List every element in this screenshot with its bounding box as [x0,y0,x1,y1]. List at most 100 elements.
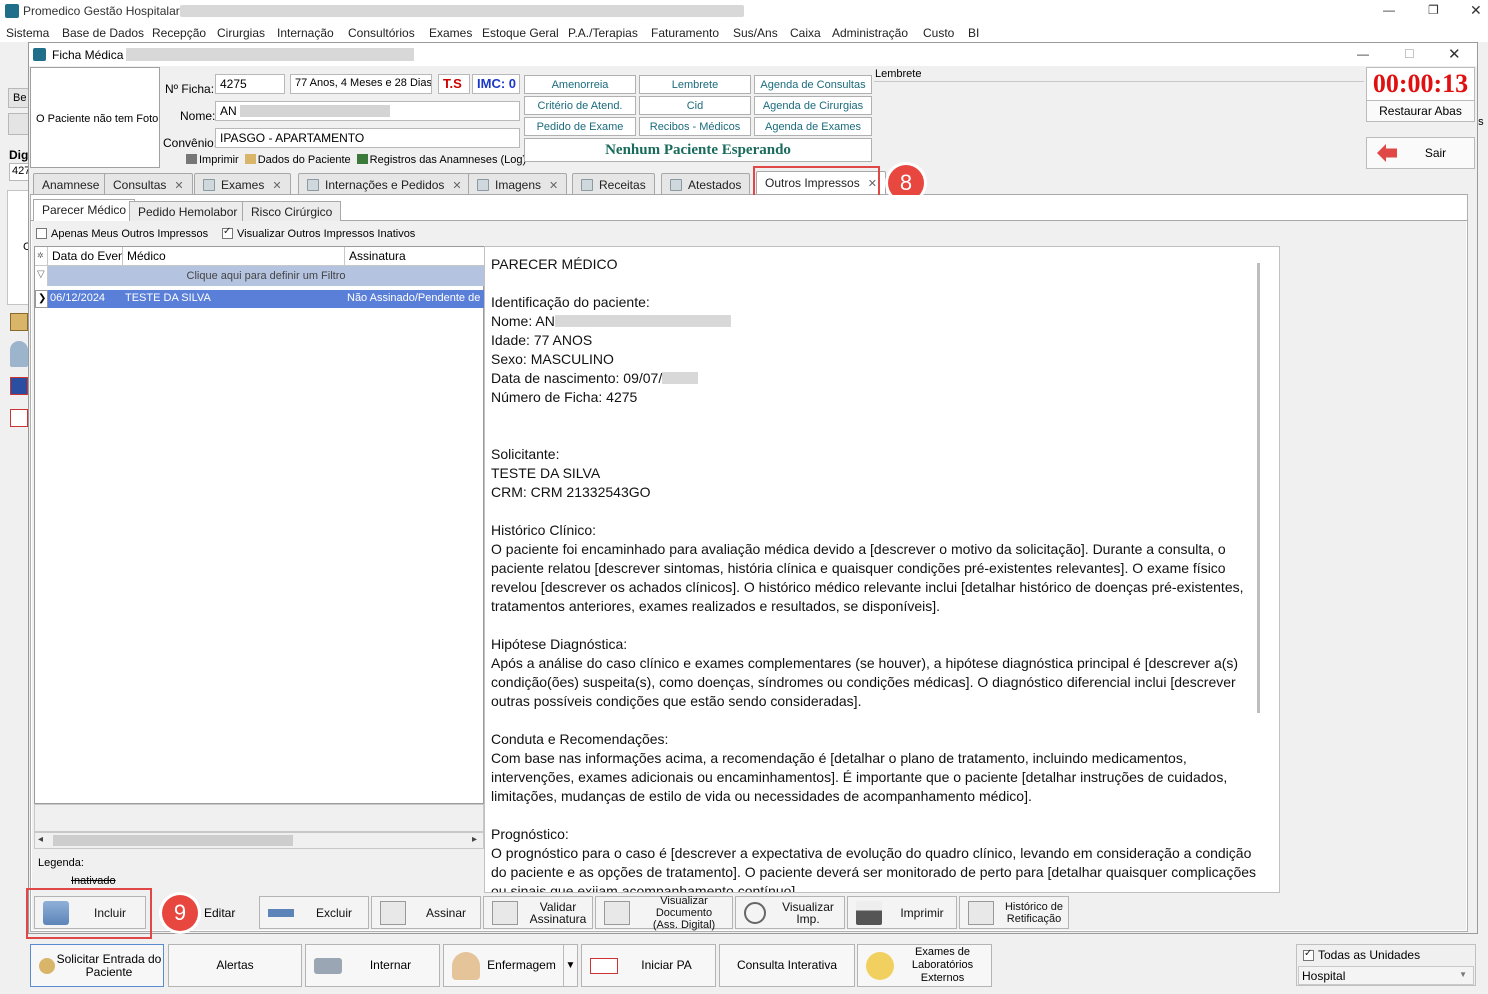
menu-consultorios[interactable]: Consultórios [348,26,415,40]
filter-icon[interactable]: ▽ [35,266,48,286]
all-units-checkbox[interactable]: Todas as Unidades [1303,948,1420,962]
document-scrollbar-thumb[interactable] [1257,263,1260,713]
menu-exames[interactable]: Exames [429,26,472,40]
historico-retificacao-button[interactable]: Histórico de Retificação [959,896,1069,929]
menu-administracao[interactable]: Administração [832,26,908,40]
alertas-button[interactable]: Alertas [168,944,302,987]
print-action[interactable]: Imprimir [186,154,239,166]
menu-sistema[interactable]: Sistema [6,26,49,40]
close-tab-icon[interactable]: ✕ [174,180,183,192]
scroll-right-icon[interactable]: ▸ [472,834,477,845]
enfermagem-button[interactable]: Enfermagem ▼ [443,944,578,987]
column-header-data[interactable]: Data do Even [48,247,123,266]
imprimir-button[interactable]: Imprimir [847,896,957,929]
pedido-exame-button[interactable]: Pedido de Exame [524,117,636,136]
window-minimize-icon[interactable]: — [1357,47,1369,61]
amenorreia-button[interactable]: Amenorreia [524,75,636,94]
internacoes-tab-icon [307,179,319,191]
patient-data-action[interactable]: Dados do Paciente [244,154,351,166]
anamnesis-log-action[interactable]: Registros das Anamneses (Log) [356,154,526,166]
book-icon[interactable] [10,377,28,395]
agenda-consultas-button[interactable]: Agenda de Consultas [754,75,872,94]
document-icon[interactable] [10,409,28,427]
visualizar-imp-button[interactable]: Visualizar Imp. [735,896,845,929]
subtab-risco-cirurgico[interactable]: Risco Cirúrgico [242,201,342,221]
background-tab-icon[interactable] [8,113,30,135]
alertas-label: Alertas [216,958,254,972]
validar-assinatura-button[interactable]: Validar Assinatura [483,896,593,929]
lembrete-button[interactable]: Lembrete [639,75,751,94]
exit-button[interactable]: Sair [1366,137,1475,169]
column-header-assinatura[interactable]: Assinatura [345,247,484,266]
close-icon[interactable]: ✕ [1470,2,1482,19]
subtab-parecer-medico[interactable]: Parecer Médico [33,199,136,221]
menu-faturamento[interactable]: Faturamento [651,26,719,40]
tab-exames[interactable]: Exames ✕ [194,173,291,194]
tab-anamnese[interactable]: Anamnese [33,173,109,194]
table-row[interactable]: ❯ 06/12/2024 TESTE DA SILVA Não Assinado… [35,290,484,308]
tab-consultas[interactable]: Consultas ✕ [104,173,193,194]
tab-atestados[interactable]: Atestados [661,173,751,194]
menu-sus-ans[interactable]: Sus/Ans [733,26,778,40]
criterio-atend-button[interactable]: Critério de Atend. [524,96,636,115]
legend-title: Legenda: [38,857,84,869]
doc-ficha: Número de Ficha: 4275 [491,389,638,405]
column-header-medico[interactable]: Médico [123,247,345,266]
unit-select[interactable]: Hospital ▼ [1298,966,1474,985]
exames-laboratorios-button[interactable]: Exames de Laboratórios Externos [857,944,992,987]
background-tab[interactable]: Be [8,88,30,108]
menu-estoque-geral[interactable]: Estoque Geral [482,26,559,40]
close-tab-icon[interactable]: ✕ [452,180,461,192]
mine-only-checkbox[interactable]: Apenas Meus Outros Impressos [36,228,208,240]
show-inactive-checkbox[interactable]: Visualizar Outros Impressos Inativos [222,226,415,240]
minimize-icon[interactable]: — [1383,3,1395,17]
ts-indicator[interactable]: T.S [438,74,470,94]
menu-base-de-dados[interactable]: Base de Dados [62,26,144,40]
consulta-interativa-button[interactable]: Consulta Interativa [719,944,855,987]
editar-button[interactable]: Editar [200,896,256,929]
internar-button[interactable]: Internar [305,944,440,987]
agenda-exames-button[interactable]: Agenda de Exames [754,117,872,136]
mine-only-label: Apenas Meus Outros Impressos [51,228,209,240]
tab-receitas[interactable]: Receitas [572,173,655,194]
recibos-medicos-button[interactable]: Recibos - Médicos [639,117,751,136]
assinar-button[interactable]: Assinar [371,896,481,929]
ficha-field[interactable]: 4275 [215,74,285,94]
close-tab-icon[interactable]: ✕ [549,180,558,192]
visualizar-documento-button[interactable]: Visualizar Documento (Ass. Digital) [595,894,733,931]
menu-recepcao[interactable]: Recepção [152,26,206,40]
close-tab-icon[interactable]: ✕ [272,180,281,192]
tab-internacoes[interactable]: Internações e Pedidos ✕ [298,173,471,194]
tool-icon[interactable] [10,313,28,331]
nome-value: AN [220,104,237,118]
menu-internacao[interactable]: Internação [277,26,334,40]
scroll-left-icon[interactable]: ◂ [38,834,43,845]
scrollbar-thumb[interactable] [53,835,293,846]
restore-tabs-button[interactable]: Restaurar Abas [1366,100,1475,122]
menu-custo[interactable]: Custo [923,26,954,40]
menu-bi[interactable]: BI [968,26,979,40]
menu-caixa[interactable]: Caixa [790,26,821,40]
imc-indicator[interactable]: IMC: 0 [472,74,520,94]
horizontal-scrollbar[interactable]: ◂ ▸ [34,832,484,849]
menu-cirurgias[interactable]: Cirurgias [217,26,265,40]
solicitar-entrada-button[interactable]: Solicitar Entrada do Paciente [30,944,164,987]
bed-icon [314,957,342,974]
tab-imagens[interactable]: Imagens ✕ [468,173,568,194]
visualizar-documento-label: Visualizar Documento (Ass. Digital) [652,894,716,931]
nome-field[interactable]: AN [215,101,520,121]
waiting-patients-banner[interactable]: Nenhum Paciente Esperando [524,138,872,162]
enfermagem-dropdown-icon[interactable]: ▼ [563,945,577,986]
menu-pa-terapias[interactable]: P.A./Terapias [568,26,638,40]
doc-historico-title: Histórico Clínico: [491,522,597,538]
subtab-pedido-hemolabor[interactable]: Pedido Hemolabor [129,201,247,221]
grid-filter-row[interactable]: Clique aqui para definir um Filtro [48,266,484,286]
restore-icon[interactable]: ❐ [1428,3,1439,17]
user-icon[interactable] [10,341,28,367]
agenda-cirurgias-button[interactable]: Agenda de Cirurgias [754,96,872,115]
excluir-button[interactable]: Excluir [259,896,369,929]
iniciar-pa-button[interactable]: Iniciar PA [581,944,716,987]
window-maximize-icon[interactable]: ☐ [1404,47,1415,61]
window-close-icon[interactable]: ✕ [1448,45,1461,63]
cid-button[interactable]: Cid [639,96,751,115]
